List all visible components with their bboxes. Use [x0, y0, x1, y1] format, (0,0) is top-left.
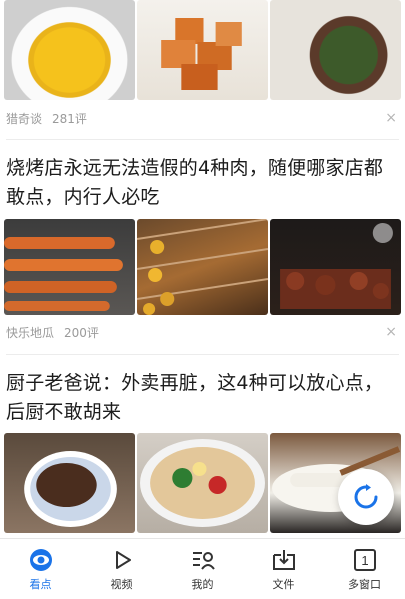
- profile-list-icon: [190, 547, 216, 573]
- article-1-meta: 猎奇谈 281评 ×: [6, 108, 399, 128]
- food-image: [4, 0, 135, 100]
- tab-label: 看点: [29, 578, 52, 591]
- divider: [6, 139, 399, 140]
- window-count: 1: [361, 553, 368, 568]
- eye-icon: [28, 547, 54, 573]
- refresh-button[interactable]: [338, 469, 394, 525]
- divider: [6, 354, 399, 355]
- food-image: [4, 433, 135, 533]
- tab-files[interactable]: 文件: [243, 539, 324, 599]
- comment-count: 200评: [64, 325, 99, 340]
- article-2-meta: 快乐地瓜 200评 ×: [6, 322, 399, 342]
- tab-label: 视频: [110, 578, 133, 591]
- tab-mine[interactable]: 我的: [162, 539, 243, 599]
- close-icon[interactable]: ×: [385, 322, 397, 342]
- article-2-title[interactable]: 烧烤店永远无法造假的4种肉，随便哪家店都敢点，内行人必吃: [6, 154, 398, 212]
- food-image: [270, 219, 401, 315]
- window-count-icon: 1: [352, 547, 378, 573]
- download-icon: [271, 547, 297, 573]
- article-3-title[interactable]: 厨子老爸说：外卖再脏，这4种可以放心点，后厨不敢胡来: [6, 369, 398, 427]
- tab-kandian[interactable]: 看点: [0, 539, 81, 599]
- tab-video[interactable]: 视频: [81, 539, 162, 599]
- bottom-tab-bar: 看点 视频 我的 文件 1 多窗口: [0, 538, 405, 599]
- news-feed: 猎奇谈 281评 × 烧烤店永远无法造假的4种肉，随便哪家店都敢点，内行人必吃: [0, 0, 405, 538]
- tab-multi-window[interactable]: 1 多窗口: [324, 539, 405, 599]
- close-icon[interactable]: ×: [385, 108, 397, 128]
- comment-count: 281评: [52, 111, 87, 126]
- food-image: [270, 0, 401, 100]
- food-image: [137, 219, 268, 315]
- tab-label: 我的: [191, 578, 214, 591]
- tab-label: 文件: [272, 578, 295, 591]
- food-image: [4, 219, 135, 315]
- food-image: [137, 433, 268, 533]
- play-icon: [109, 547, 135, 573]
- refresh-icon: [354, 484, 378, 509]
- article-1-images[interactable]: [4, 0, 401, 100]
- tab-label: 多窗口: [348, 578, 381, 591]
- article-source: 快乐地瓜: [6, 325, 55, 340]
- article-2-images[interactable]: [4, 219, 401, 315]
- food-image: [137, 0, 268, 100]
- article-source: 猎奇谈: [6, 111, 43, 126]
